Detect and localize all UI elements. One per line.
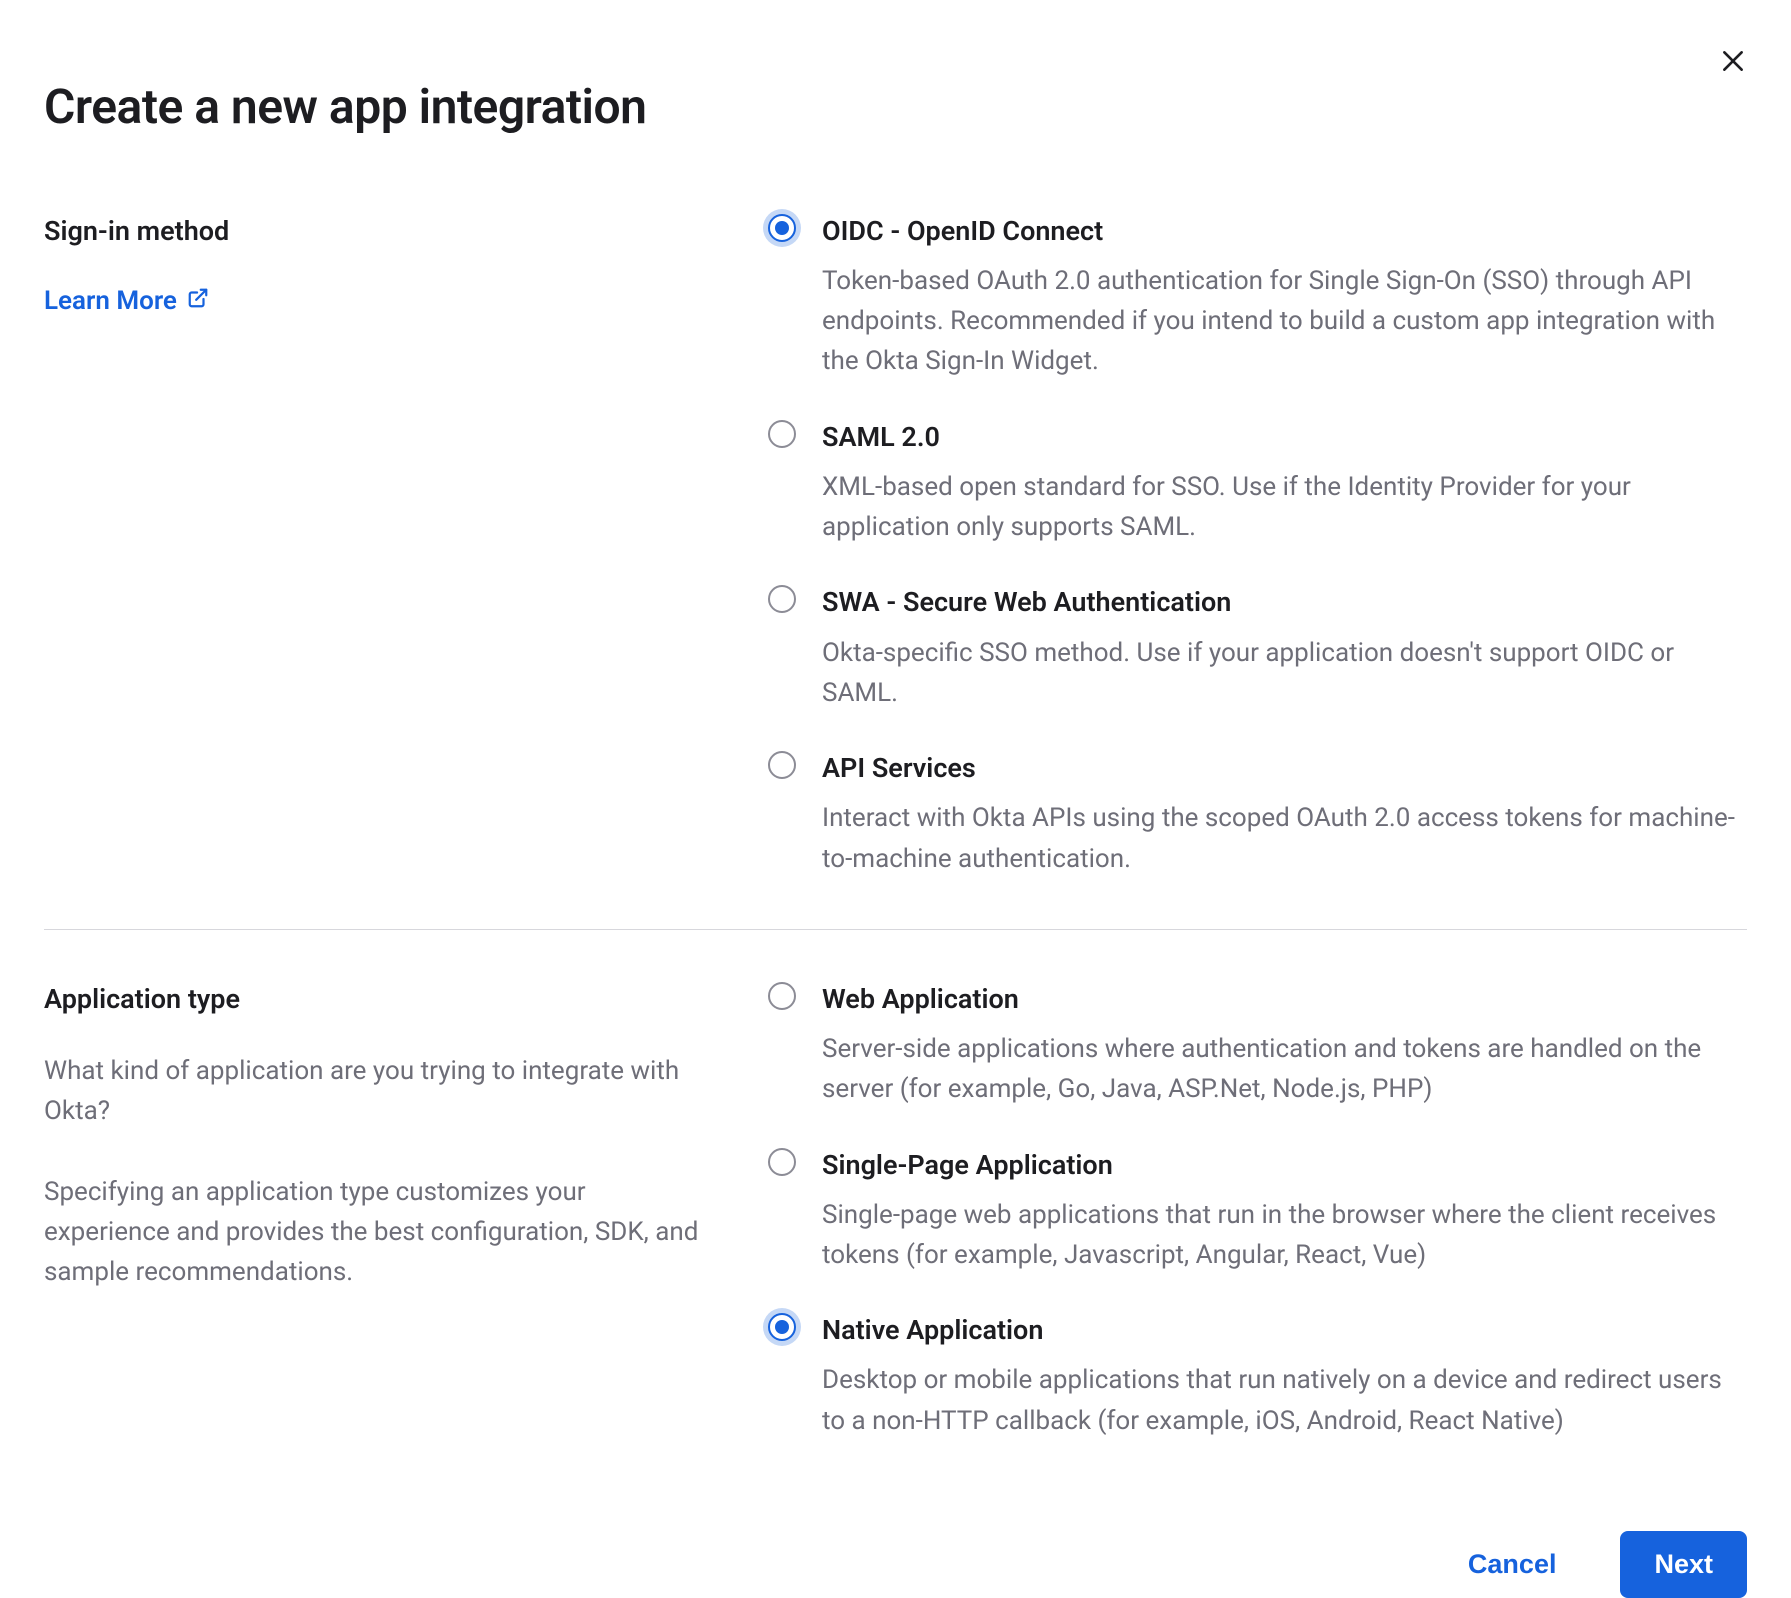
radio-option-spa[interactable]: Single-Page Application Single-page web … [768, 1146, 1747, 1276]
radio-desc: Okta-specific SSO method. Use if your ap… [822, 633, 1747, 714]
application-type-heading: Application type [44, 980, 708, 1019]
radio-body: SAML 2.0 XML-based open standard for SSO… [822, 418, 1747, 548]
radio-label: API Services [822, 749, 1747, 788]
close-icon [1720, 48, 1746, 84]
radio-icon [768, 420, 796, 448]
close-button[interactable] [1713, 46, 1753, 86]
radio-body: SWA - Secure Web Authentication Okta-spe… [822, 583, 1747, 713]
application-type-desc1: What kind of application are you trying … [44, 1051, 708, 1132]
section-left: Application type What kind of applicatio… [44, 980, 738, 1441]
radio-desc: Single-page web applications that run in… [822, 1195, 1747, 1276]
page-title: Create a new app integration [44, 72, 1747, 142]
radio-label: SWA - Secure Web Authentication [822, 583, 1747, 622]
application-type-desc2: Specifying an application type customize… [44, 1172, 708, 1293]
radio-icon [768, 1148, 796, 1176]
radio-label: OIDC - OpenID Connect [822, 212, 1747, 251]
radio-option-api-services[interactable]: API Services Interact with Okta APIs usi… [768, 749, 1747, 879]
radio-label: SAML 2.0 [822, 418, 1747, 457]
radio-desc: Server-side applications where authentic… [822, 1029, 1747, 1110]
section-application-type: Application type What kind of applicatio… [44, 929, 1747, 1491]
radio-body: API Services Interact with Okta APIs usi… [822, 749, 1747, 879]
radio-label: Web Application [822, 980, 1747, 1019]
radio-icon [768, 982, 796, 1010]
radio-icon [768, 214, 796, 242]
radio-icon [768, 585, 796, 613]
learn-more-label: Learn More [44, 283, 177, 321]
radio-body: Native Application Desktop or mobile app… [822, 1311, 1747, 1441]
signin-method-heading: Sign-in method [44, 212, 708, 251]
radio-label: Native Application [822, 1311, 1747, 1350]
radio-icon [768, 1313, 796, 1341]
radio-body: Web Application Server-side applications… [822, 980, 1747, 1110]
radio-icon [768, 751, 796, 779]
radio-body: Single-Page Application Single-page web … [822, 1146, 1747, 1276]
radio-option-swa[interactable]: SWA - Secure Web Authentication Okta-spe… [768, 583, 1747, 713]
radio-option-oidc[interactable]: OIDC - OpenID Connect Token-based OAuth … [768, 212, 1747, 382]
section-left: Sign-in method Learn More [44, 212, 738, 879]
next-button[interactable]: Next [1620, 1531, 1747, 1598]
dialog-footer: Cancel Next [44, 1531, 1747, 1598]
apptype-options: Web Application Server-side applications… [768, 980, 1747, 1441]
radio-desc: Interact with Okta APIs using the scoped… [822, 798, 1747, 879]
external-link-icon [187, 283, 209, 321]
radio-desc: Desktop or mobile applications that run … [822, 1360, 1747, 1441]
radio-desc: XML-based open standard for SSO. Use if … [822, 467, 1747, 548]
radio-body: OIDC - OpenID Connect Token-based OAuth … [822, 212, 1747, 382]
signin-options: OIDC - OpenID Connect Token-based OAuth … [768, 212, 1747, 879]
radio-label: Single-Page Application [822, 1146, 1747, 1185]
cancel-button[interactable]: Cancel [1434, 1531, 1591, 1598]
section-signin-method: Sign-in method Learn More OIDC - OpenID … [44, 212, 1747, 929]
radio-option-saml[interactable]: SAML 2.0 XML-based open standard for SSO… [768, 418, 1747, 548]
radio-option-web-app[interactable]: Web Application Server-side applications… [768, 980, 1747, 1110]
learn-more-link[interactable]: Learn More [44, 283, 209, 321]
radio-option-native-app[interactable]: Native Application Desktop or mobile app… [768, 1311, 1747, 1441]
radio-desc: Token-based OAuth 2.0 authentication for… [822, 261, 1747, 382]
